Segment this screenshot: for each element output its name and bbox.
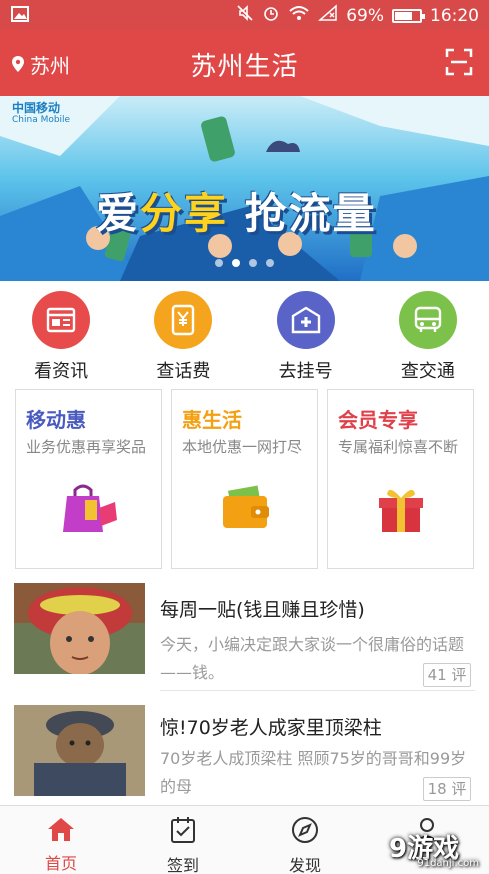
banner-dot[interactable]: [249, 259, 257, 267]
card-subtitle: 本地优惠一网打尽: [182, 438, 303, 456]
feature-cards: 移动惠 业务优惠再享奖品 惠生活 本地优惠一网打尽 会员专享 专属福利惊喜不断: [0, 385, 489, 575]
banner-dot[interactable]: [215, 259, 223, 267]
quick-actions: 看资讯 查话费 去挂号 查交通: [0, 281, 489, 385]
article-thumbnail: [14, 705, 145, 796]
signal-icon: [318, 4, 338, 27]
home-icon: [47, 816, 75, 846]
alarm-icon: [262, 4, 280, 27]
hospital-icon: [276, 291, 335, 349]
quick-action-news[interactable]: 看资讯: [0, 281, 122, 385]
nav-label: 首页: [44, 854, 77, 873]
quick-action-label: 查话费: [156, 361, 211, 382]
promo-banner[interactable]: 中国移动 China Mobile 爱分享 抢流量: [0, 96, 489, 281]
article-title: 惊!70岁老人成家里顶梁柱: [160, 717, 382, 739]
gift-icon: [371, 482, 431, 534]
quick-action-bus[interactable]: 查交通: [367, 281, 489, 385]
quick-action-hospital[interactable]: 去挂号: [245, 281, 367, 385]
quick-action-label: 去挂号: [278, 361, 333, 382]
feature-card[interactable]: 惠生活本地优惠一网打尽: [171, 389, 318, 569]
banner-dot[interactable]: [266, 259, 274, 267]
article-list: 每周一贴(钱且赚且珍惜) 今天，小编决定跟大家谈一个很庸俗的话题——钱。 41 …: [0, 575, 489, 805]
card-subtitle: 业务优惠再享奖品: [26, 438, 147, 456]
quick-action-phone-bill[interactable]: 查话费: [122, 281, 244, 385]
logo-cn: 中国移动: [12, 101, 61, 115]
feature-card[interactable]: 移动惠业务优惠再享奖品: [15, 389, 162, 569]
status-bar: 69% 16:20: [0, 0, 489, 30]
logo-en: China Mobile: [12, 115, 71, 125]
watermark: 9游戏 91danji.com: [389, 828, 485, 872]
card-title: 惠生活: [182, 408, 242, 432]
banner-pagination[interactable]: [0, 259, 489, 267]
page-title: 苏州生活: [190, 52, 299, 82]
banner-dot[interactable]: [232, 259, 240, 267]
article-title: 每周一贴(钱且赚且珍惜): [160, 599, 365, 621]
card-subtitle: 专属福利惊喜不断: [338, 438, 459, 456]
compass-icon: [291, 816, 319, 848]
nav-item-compass[interactable]: 发现: [244, 806, 366, 874]
wallet-icon: [215, 482, 275, 534]
comment-count: 41 评: [423, 663, 471, 687]
nav-label: 签到: [166, 856, 199, 874]
battery-icon: [392, 8, 425, 23]
nav-label: 发现: [288, 856, 321, 874]
mute-icon: [236, 4, 254, 27]
phone-bill-icon: [154, 291, 213, 349]
feature-card[interactable]: 会员专享专属福利惊喜不断: [327, 389, 474, 569]
shopping-bag-icon: [59, 482, 119, 534]
card-title: 会员专享: [338, 408, 418, 432]
app-header: 苏州 苏州生活: [0, 30, 489, 96]
comment-count: 18 评: [423, 777, 471, 801]
divider: [160, 690, 475, 691]
quick-action-label: 看资讯: [34, 361, 89, 382]
watermark-sub: 91danji.com: [417, 858, 479, 869]
article-thumbnail: [14, 583, 145, 674]
checkin-icon: [170, 816, 196, 848]
clock: 16:20: [430, 5, 479, 26]
slogan-part-a: 爱: [96, 189, 141, 238]
battery-percent: 69%: [346, 5, 384, 26]
gallery-icon: [10, 4, 30, 29]
card-title: 移动惠: [26, 408, 86, 432]
news-icon: [32, 291, 91, 349]
slogan-part-b: 分享: [140, 189, 229, 238]
nav-item-checkin[interactable]: 签到: [122, 806, 244, 874]
wifi-icon: [288, 4, 310, 27]
china-mobile-logo: 中国移动 China Mobile: [12, 102, 70, 126]
scan-icon[interactable]: [445, 48, 473, 76]
quick-action-label: 查交通: [400, 361, 455, 382]
slogan-part-c: 抢流量: [228, 189, 377, 238]
banner-slogan: 爱分享 抢流量: [96, 180, 377, 241]
bus-icon: [398, 291, 457, 349]
list-item[interactable]: 每周一贴(钱且赚且珍惜) 今天，小编决定跟大家谈一个很庸俗的话题——钱。 41 …: [0, 583, 489, 701]
nav-item-home[interactable]: 首页: [0, 806, 122, 874]
